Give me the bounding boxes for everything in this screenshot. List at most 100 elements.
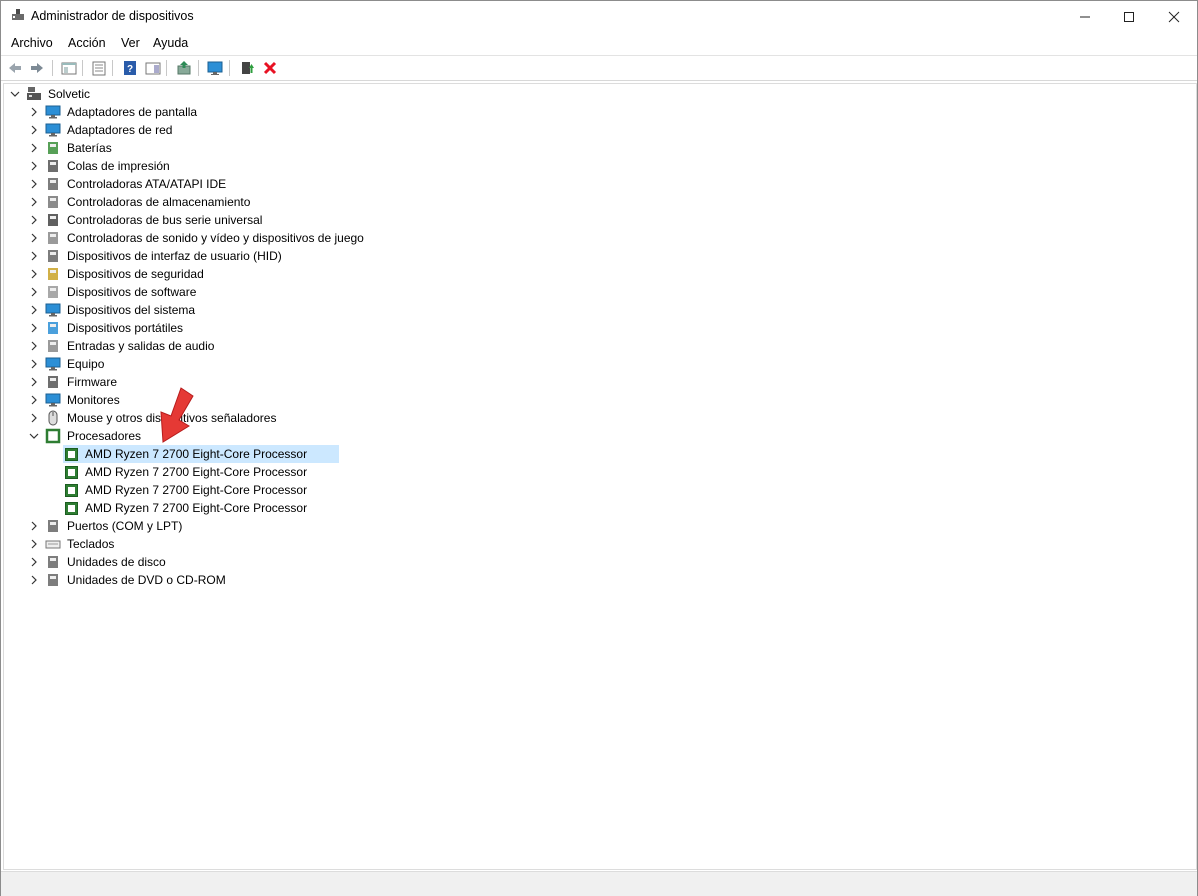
title-bar[interactable]: Administrador de dispositivos — [1, 1, 1197, 32]
properties-button[interactable] — [90, 59, 108, 77]
close-button[interactable] — [1151, 1, 1197, 32]
chevron-right-icon[interactable] — [29, 521, 39, 531]
chevron-right-icon[interactable] — [29, 557, 39, 567]
tree-category-label: Unidades de disco — [67, 554, 166, 569]
tree-category-row[interactable]: Controladoras de sonido y vídeo y dispos… — [4, 229, 366, 247]
chevron-right-icon[interactable] — [29, 269, 39, 279]
tree-category-row[interactable]: Mouse y otros dispositivos señaladores — [4, 409, 278, 427]
processor-item[interactable]: AMD Ryzen 7 2700 Eight-Core Processor — [63, 499, 339, 517]
chevron-right-icon[interactable] — [29, 107, 39, 117]
tree-category-row[interactable]: Adaptadores de red — [4, 121, 174, 139]
chevron-right-icon[interactable] — [29, 575, 39, 585]
chevron-right-icon[interactable] — [29, 305, 39, 315]
tree-category-label: Controladoras de bus serie universal — [67, 212, 263, 227]
display-adapter-icon — [45, 105, 61, 119]
update-driver-button[interactable] — [175, 59, 193, 77]
tree-category-row[interactable]: Dispositivos de software — [4, 283, 198, 301]
security-device-icon — [48, 268, 58, 280]
monitor-icon — [45, 393, 61, 407]
chevron-right-icon[interactable] — [29, 125, 39, 135]
uninstall-device-button[interactable] — [261, 59, 279, 77]
menu-ver[interactable]: Ver — [121, 36, 140, 50]
tree-category-row[interactable]: Unidades de DVD o CD-ROM — [4, 571, 228, 589]
tree-category-label: Dispositivos de software — [67, 284, 197, 299]
chevron-right-icon[interactable] — [29, 395, 39, 405]
tree-category-row[interactable]: Unidades de disco — [4, 553, 168, 571]
tree-category-row[interactable]: Puertos (COM y LPT) — [4, 517, 184, 535]
tree-category-row[interactable]: Baterías — [4, 139, 114, 157]
tree-category-label: Controladoras de sonido y vídeo y dispos… — [67, 230, 364, 245]
tree-category-label: Procesadores — [67, 428, 142, 443]
tree-category-row[interactable]: Procesadores — [4, 427, 143, 445]
tree-category-row[interactable]: Entradas y salidas de audio — [4, 337, 216, 355]
close-icon — [1168, 11, 1180, 22]
hid-icon — [48, 250, 58, 262]
back-arrow-icon — [9, 63, 21, 73]
chevron-right-icon[interactable] — [29, 143, 39, 153]
computer-root-icon — [27, 87, 41, 100]
chevron-right-icon[interactable] — [29, 539, 39, 549]
tree-category-label: Teclados — [67, 536, 115, 551]
battery-icon — [48, 142, 58, 154]
processor-item-label: AMD Ryzen 7 2700 Eight-Core Processor — [85, 500, 308, 515]
tree-category-row[interactable]: Colas de impresión — [4, 157, 172, 175]
tree-category-label: Dispositivos portátiles — [67, 320, 184, 335]
tree-category-row[interactable]: Equipo — [4, 355, 106, 373]
system-device-icon — [45, 303, 61, 317]
menu-archivo[interactable]: Archivo — [11, 36, 53, 50]
chevron-right-icon[interactable] — [29, 215, 39, 225]
forward-button[interactable] — [28, 59, 46, 77]
processor-item[interactable]: AMD Ryzen 7 2700 Eight-Core Processor — [63, 445, 340, 463]
tree-category-row[interactable]: Adaptadores de pantalla — [4, 103, 199, 121]
action-pane-icon — [145, 62, 161, 75]
chevron-right-icon[interactable] — [29, 233, 39, 243]
tree-category-row[interactable]: Dispositivos portátiles — [4, 319, 185, 337]
console-tree-button[interactable] — [60, 59, 78, 77]
chevron-right-icon[interactable] — [29, 341, 39, 351]
tree-category-row[interactable]: Dispositivos de seguridad — [4, 265, 206, 283]
chevron-right-icon[interactable] — [29, 323, 39, 333]
tree-category-row[interactable]: Controladoras de almacenamiento — [4, 193, 252, 211]
chevron-down-icon[interactable] — [10, 89, 20, 99]
processor-item[interactable]: AMD Ryzen 7 2700 Eight-Core Processor — [63, 463, 339, 481]
help-button[interactable]: ? — [121, 59, 139, 77]
tree-category-row[interactable]: Controladoras ATA/ATAPI IDE — [4, 175, 228, 193]
tree-category-row[interactable]: Dispositivos del sistema — [4, 301, 197, 319]
tree-category-row[interactable]: Controladoras de bus serie universal — [4, 211, 264, 229]
chevron-right-icon[interactable] — [29, 413, 39, 423]
action-pane-button[interactable] — [144, 59, 162, 77]
sound-icon — [48, 232, 58, 244]
menu-ayuda[interactable]: Ayuda — [153, 36, 188, 50]
chevron-right-icon[interactable] — [29, 251, 39, 261]
menu-accion[interactable]: Acción — [68, 36, 106, 50]
tree-category-row[interactable]: Teclados — [4, 535, 116, 553]
chevron-right-icon[interactable] — [29, 377, 39, 387]
chevron-right-icon[interactable] — [29, 287, 39, 297]
chevron-right-icon[interactable] — [29, 197, 39, 207]
enable-device-button[interactable] — [238, 59, 256, 77]
tree-category-label: Firmware — [67, 374, 117, 389]
scan-hardware-button[interactable] — [206, 59, 224, 77]
mouse-icon — [48, 410, 58, 426]
tree-category-row[interactable]: Monitores — [4, 391, 122, 409]
tree-category-row[interactable]: Dispositivos de interfaz de usuario (HID… — [4, 247, 284, 265]
chevron-right-icon[interactable] — [29, 161, 39, 171]
minimize-button[interactable] — [1062, 1, 1108, 32]
window-title: Administrador de dispositivos — [31, 9, 194, 23]
tree-root[interactable]: Solvetic — [4, 85, 92, 103]
menu-bar: Archivo Acción Ver Ayuda — [1, 32, 1197, 54]
tree-category-row[interactable]: Firmware — [4, 373, 119, 391]
tree-category-label: Unidades de DVD o CD-ROM — [67, 572, 226, 587]
minimize-icon — [1080, 16, 1090, 17]
back-button[interactable] — [6, 59, 24, 77]
keyboard-icon — [45, 540, 61, 549]
device-tree[interactable]: Solvetic Adaptadores de pantalla Adaptado… — [3, 83, 1197, 870]
processor-chip-icon — [65, 465, 78, 479]
processor-item-label: AMD Ryzen 7 2700 Eight-Core Processor — [85, 464, 308, 479]
maximize-button[interactable] — [1106, 1, 1152, 32]
chevron-right-icon[interactable] — [29, 359, 39, 369]
disk-drive-icon — [48, 556, 58, 568]
chevron-down-icon[interactable] — [29, 431, 39, 441]
processor-item[interactable]: AMD Ryzen 7 2700 Eight-Core Processor — [63, 481, 339, 499]
chevron-right-icon[interactable] — [29, 179, 39, 189]
